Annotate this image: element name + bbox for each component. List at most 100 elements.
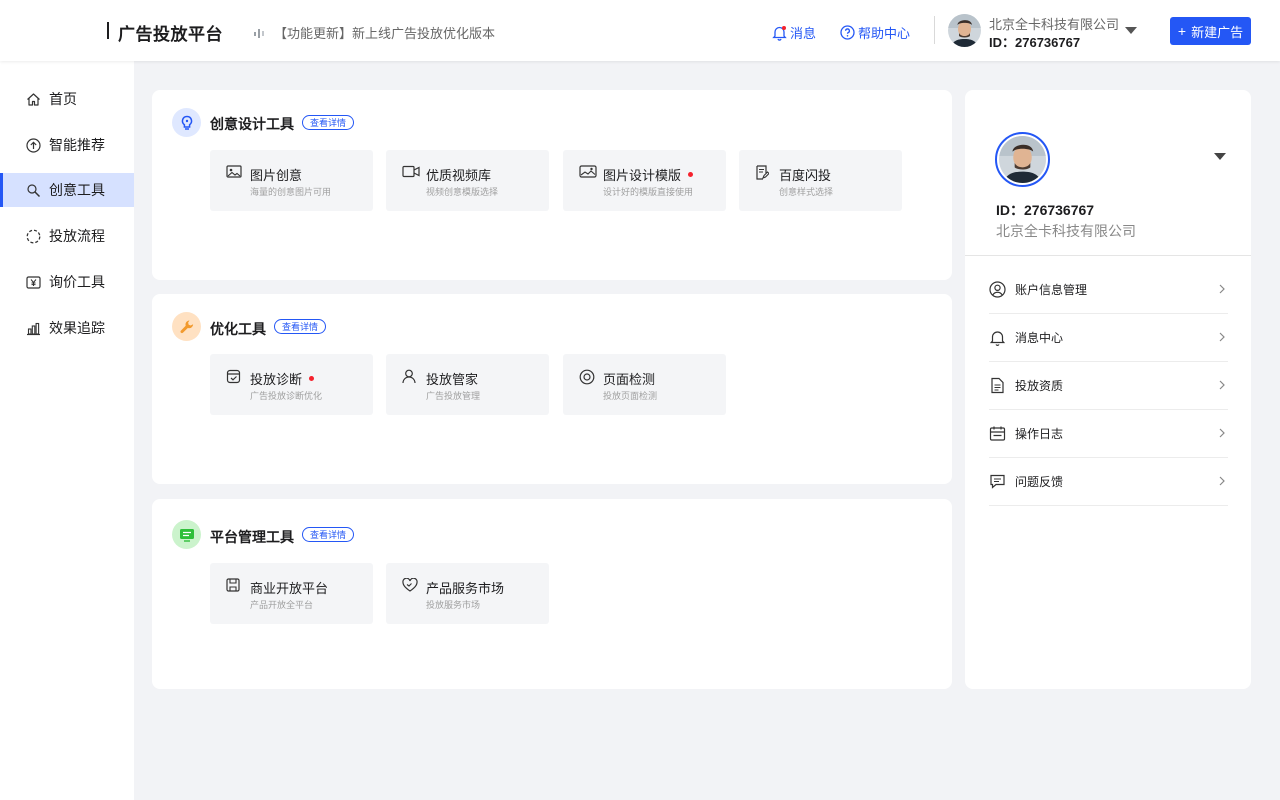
divider <box>965 255 1251 256</box>
tile-open-platform[interactable]: 商业开放平台 产品开放全平台 <box>210 563 373 624</box>
document-edit-icon <box>756 165 769 180</box>
new-dot-badge <box>688 172 694 177</box>
menu-label: 问题反馈 <box>1015 475 1064 489</box>
new-ad-button[interactable]: + 新建广告 <box>1170 17 1251 45</box>
section-title: 创意设计工具 <box>210 116 294 132</box>
feedback-icon <box>990 474 1005 489</box>
question-circle-icon <box>840 25 855 40</box>
tile-title: 商业开放平台 <box>250 578 328 597</box>
menu-account-info[interactable]: 账户信息管理 <box>989 266 1228 314</box>
tile-image-creative[interactable]: 图片创意 海量的创意图片可用 <box>210 150 373 211</box>
image-template-icon <box>579 165 597 178</box>
yuan-icon <box>26 275 41 289</box>
messages-label: 消息 <box>790 26 817 41</box>
section-title: 平台管理工具 <box>210 529 294 545</box>
profile-user-id: ID：276736767 <box>996 202 1095 218</box>
chevron-right-icon <box>1219 476 1225 486</box>
tile-delivery-manager[interactable]: 投放管家 广告投放管理 <box>386 354 549 415</box>
chevron-right-icon <box>1219 284 1225 294</box>
profile-avatar[interactable] <box>995 132 1050 187</box>
sidebar-item-delivery-process[interactable]: 投放流程 <box>0 219 134 253</box>
announcement[interactable]: 【功能更新】新上线广告投放优化版本 <box>254 23 495 42</box>
calendar-icon <box>989 426 1006 441</box>
wrench-icon <box>172 312 201 341</box>
view-details-button[interactable]: 查看详情 <box>302 527 355 542</box>
section-optimization: 优化工具 查看详情 投放诊断 广告投放诊断优化 投放管家 广告投放管理 页面检测… <box>152 294 952 484</box>
caret-down-icon[interactable] <box>1214 153 1226 160</box>
tile-title: 优质视频库 <box>426 165 491 184</box>
video-icon <box>402 165 420 178</box>
file-icon <box>991 377 1004 394</box>
profile-company: 北京全卡科技有限公司 <box>996 223 1136 239</box>
menu-message-center[interactable]: 消息中心 <box>989 314 1228 362</box>
tile-title: 图片创意 <box>250 165 302 184</box>
new-ad-label: 新建广告 <box>1191 24 1244 40</box>
menu-operation-log[interactable]: 操作日志 <box>989 410 1228 458</box>
tile-title-text: 产品服务市场 <box>426 581 505 596</box>
help-center-label: 帮助中心 <box>858 26 911 41</box>
tile-image-template[interactable]: 图片设计模版 设计好的模版直接使用 <box>563 150 726 211</box>
dashed-circle-icon <box>26 229 41 243</box>
monitor-icon <box>172 520 201 549</box>
announcement-text: 【功能更新】新上线广告投放优化版本 <box>274 26 496 41</box>
tile-baidu-flash[interactable]: 百度闪投 创意样式选择 <box>739 150 902 211</box>
tile-subtitle: 投放服务市场 <box>426 600 481 610</box>
bell-icon <box>772 25 787 41</box>
arrow-up-circle-icon <box>26 137 41 153</box>
header-user-id: ID：276736767 <box>989 35 1081 50</box>
new-dot-badge <box>309 376 315 381</box>
tile-delivery-diagnosis[interactable]: 投放诊断 广告投放诊断优化 <box>210 354 373 415</box>
tile-subtitle: 视频创意模版选择 <box>426 187 499 197</box>
sidebar-item-pricing-tools[interactable]: 询价工具 <box>0 265 134 299</box>
menu-feedback[interactable]: 问题反馈 <box>989 458 1228 506</box>
plus-icon: + <box>1177 23 1187 39</box>
sidebar-item-label: 创意工具 <box>49 182 105 198</box>
home-icon <box>27 92 40 106</box>
tile-title: 页面检测 <box>603 369 655 388</box>
menu-label: 消息中心 <box>1015 331 1064 345</box>
tile-subtitle: 产品开放全平台 <box>250 600 314 610</box>
tile-subtitle: 海量的创意图片可用 <box>250 187 332 197</box>
brand-divider <box>107 22 109 39</box>
section-title: 优化工具 <box>210 321 266 337</box>
chevron-right-icon <box>1219 332 1225 342</box>
sidebar-item-label: 效果追踪 <box>49 320 105 336</box>
top-header: 广告投放平台 【功能更新】新上线广告投放优化版本 消息 帮助中心 北京全卡科技有… <box>0 0 1280 61</box>
tile-title-text: 图片设计模版 <box>603 168 682 183</box>
bell-icon <box>989 331 1006 346</box>
tile-subtitle: 广告投放管理 <box>426 391 481 401</box>
menu-qualification[interactable]: 投放资质 <box>989 362 1228 410</box>
sidebar-item-home[interactable]: 首页 <box>0 82 134 116</box>
profile-panel: ID：276736767 北京全卡科技有限公司 账户信息管理 消息中心 投放资质… <box>965 90 1251 689</box>
avatar-portrait-icon <box>999 136 1046 183</box>
tile-title: 产品服务市场 <box>426 578 504 597</box>
tile-page-detection[interactable]: 页面检测 投放页面检测 <box>563 354 726 415</box>
help-center-link[interactable]: 帮助中心 <box>840 23 910 42</box>
sidebar-item-recommend[interactable]: 智能推荐 <box>0 128 134 162</box>
tile-subtitle: 投放页面检测 <box>603 391 658 401</box>
sidebar-item-creative-tools[interactable]: 创意工具 <box>0 173 134 207</box>
header-divider <box>934 16 935 44</box>
user-avatar[interactable] <box>948 14 981 47</box>
avatar-portrait-icon <box>948 14 981 47</box>
tile-title-text: 优质视频库 <box>426 168 492 183</box>
target-icon <box>579 369 595 385</box>
menu-label: 账户信息管理 <box>1015 283 1088 297</box>
diagnosis-icon <box>226 369 241 384</box>
sidebar-item-performance[interactable]: 效果追踪 <box>0 311 134 345</box>
tile-title-text: 百度闪投 <box>779 168 832 183</box>
menu-label: 操作日志 <box>1015 427 1064 441</box>
tile-service-market[interactable]: 产品服务市场 投放服务市场 <box>386 563 549 624</box>
bar-chart-icon <box>27 322 40 335</box>
sidebar-item-label: 首页 <box>49 91 77 107</box>
app-title: 广告投放平台 <box>118 25 223 44</box>
caret-down-icon[interactable] <box>1125 27 1137 34</box>
messages-link[interactable]: 消息 <box>772 23 816 42</box>
tile-title-text: 页面检测 <box>603 372 656 387</box>
view-details-button[interactable]: 查看详情 <box>302 115 355 130</box>
view-details-button[interactable]: 查看详情 <box>274 319 327 334</box>
tile-subtitle: 广告投放诊断优化 <box>250 391 323 401</box>
tile-video-library[interactable]: 优质视频库 视频创意模版选择 <box>386 150 549 211</box>
tile-title-text: 商业开放平台 <box>250 581 329 596</box>
user-icon <box>402 369 416 384</box>
